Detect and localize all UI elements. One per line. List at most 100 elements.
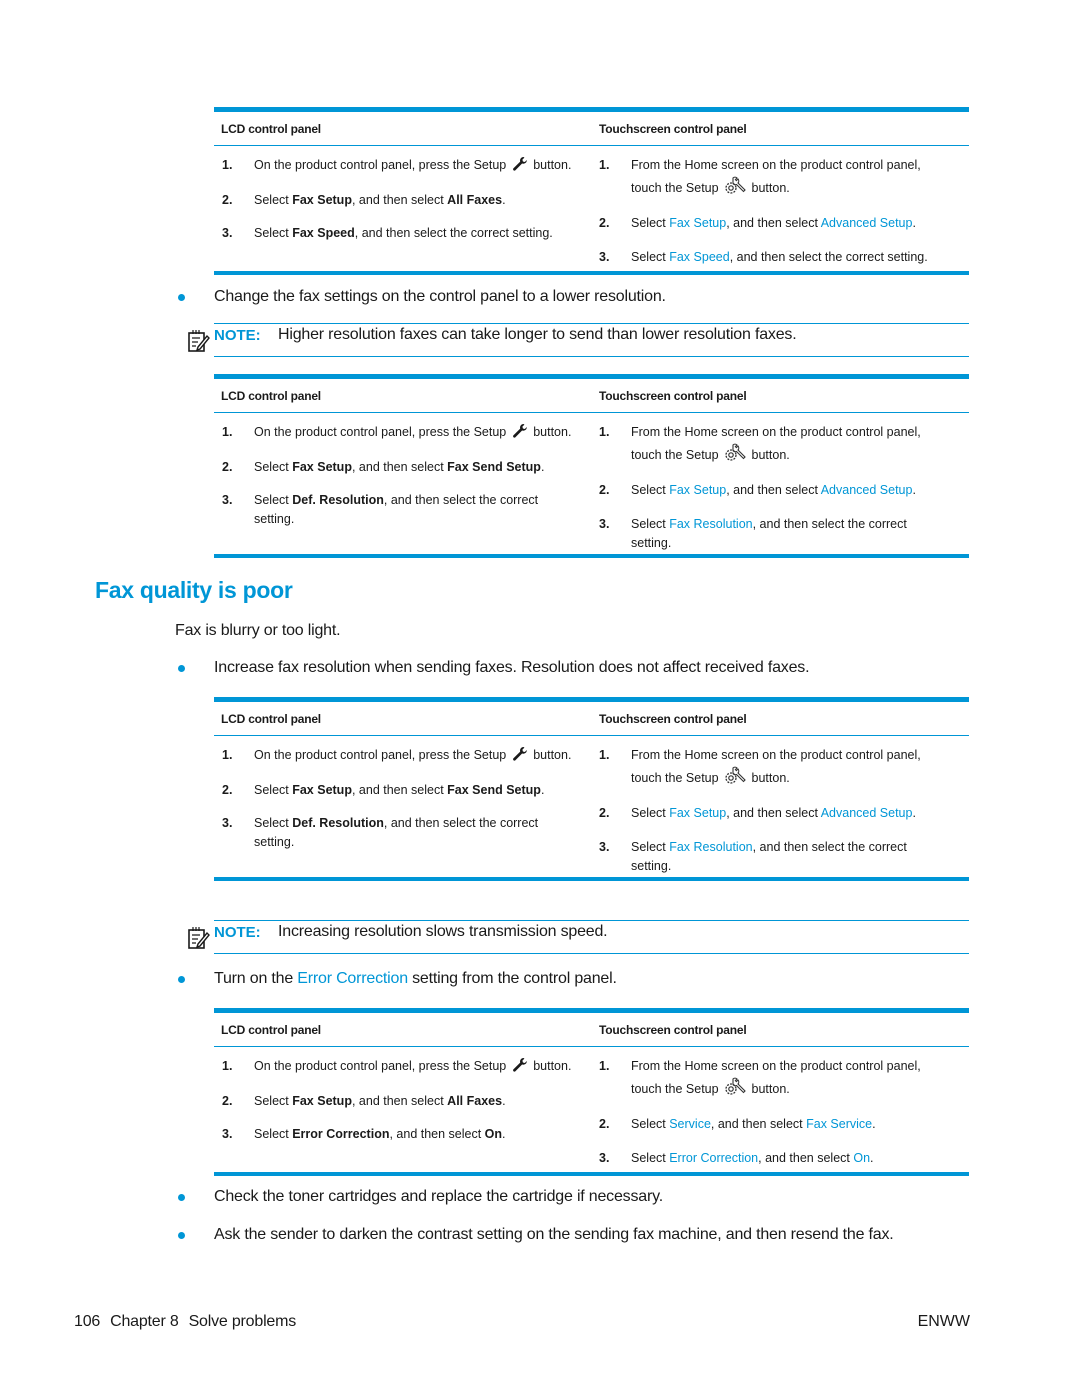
note-transmission-speed: NOTE: Increasing resolution slows transm… — [188, 920, 969, 954]
step-text: Select Def. Resolution, and then select … — [254, 816, 539, 830]
table-header-row: LCD control panel Touchscreen control pa… — [214, 112, 969, 146]
note-icon — [187, 329, 211, 358]
table-bottom-rule — [214, 554, 969, 558]
step-text: Select Error Correction, and then select… — [254, 1127, 506, 1141]
header-touchscreen: Touchscreen control panel — [599, 1022, 747, 1037]
menu-option-link[interactable]: Advanced Setup — [821, 806, 913, 820]
menu-option: Fax Setup — [292, 783, 352, 797]
menu-option-link[interactable]: Error Correction — [669, 1151, 758, 1165]
setup-gear-icon — [724, 442, 746, 467]
menu-option: Fax Setup — [292, 460, 352, 474]
table-bottom-rule — [214, 1172, 969, 1176]
step-number: 1. — [599, 748, 610, 762]
step-number: 1. — [222, 748, 233, 762]
note-text: Higher resolution faxes can take longer … — [278, 326, 797, 343]
page-footer-left: 106 Chapter 8 Solve problems — [74, 1313, 306, 1331]
menu-option: Fax Setup — [292, 1094, 352, 1108]
menu-option-link[interactable]: Fax Setup — [669, 216, 726, 230]
table-header-row: LCD control panel Touchscreen control pa… — [214, 1013, 969, 1047]
step-number: 2. — [599, 806, 610, 820]
step-number: 2. — [222, 460, 233, 474]
menu-option: All Faxes — [447, 1094, 503, 1108]
table-bottom-rule — [214, 877, 969, 881]
chapter-label: Chapter 8 — [110, 1313, 179, 1330]
step-text: setting. — [254, 835, 295, 849]
step-text: Select Service, and then select Fax Serv… — [631, 1117, 876, 1131]
step-text: On the product control panel, press the … — [254, 156, 571, 177]
step-number: 2. — [599, 216, 610, 230]
menu-option-link[interactable]: Fax Speed — [669, 250, 729, 264]
menu-option-link[interactable]: Fax Setup — [669, 483, 726, 497]
step-number: 3. — [599, 250, 610, 264]
step-text: Select Error Correction, and then select… — [631, 1151, 874, 1165]
table-bottom-rule — [214, 271, 969, 275]
menu-option: Def. Resolution — [292, 493, 384, 507]
note-higher-resolution: NOTE: Higher resolution faxes can take l… — [188, 323, 969, 357]
bullet-dot — [178, 665, 185, 672]
resolution-table-2: LCD control panel Touchscreen control pa… — [214, 697, 969, 881]
step-number: 1. — [599, 1059, 610, 1073]
step-text: Select Fax Setup, and then select Fax Se… — [254, 783, 545, 797]
step-number: 2. — [222, 1094, 233, 1108]
step-text: touch the Setup button. — [631, 1076, 790, 1101]
step-number: 2. — [599, 483, 610, 497]
step-text: From the Home screen on the product cont… — [631, 425, 921, 439]
step-text: Select Fax Resolution, and then select t… — [631, 840, 907, 854]
error-correction-link[interactable]: Error Correction — [297, 970, 408, 987]
setup-gear-icon — [724, 175, 746, 200]
step-number: 3. — [222, 816, 233, 830]
note-label: NOTE: — [214, 924, 261, 941]
bullet-text-prefix: Turn on the — [214, 970, 298, 987]
step-number: 3. — [222, 1127, 233, 1141]
step-text: touch the Setup button. — [631, 175, 790, 200]
bullet-text: Increase fax resolution when sending fax… — [214, 659, 810, 676]
section-heading: Fax quality is poor — [95, 577, 293, 603]
table-header-row: LCD control panel Touchscreen control pa… — [214, 702, 969, 736]
menu-option: Def. Resolution — [292, 816, 384, 830]
wrench-icon — [512, 423, 528, 444]
step-text: setting. — [631, 536, 672, 550]
step-text: Select Fax Setup, and then select Advanc… — [631, 483, 916, 497]
step-text: setting. — [631, 859, 672, 873]
step-text: From the Home screen on the product cont… — [631, 748, 921, 762]
step-text: Select Fax Setup, and then select Fax Se… — [254, 460, 545, 474]
setup-gear-icon — [724, 765, 746, 790]
bullet-dot — [178, 976, 185, 983]
step-text: Select Fax Setup, and then select All Fa… — [254, 1094, 506, 1108]
note-icon — [187, 926, 211, 955]
note-label: NOTE: — [214, 327, 261, 344]
menu-option-link[interactable]: Fax Service — [806, 1117, 872, 1131]
step-number: 1. — [222, 158, 233, 172]
bullet-text: Turn on the Error Correction setting fro… — [214, 970, 617, 988]
menu-option: Fax Send Setup — [447, 783, 541, 797]
resolution-table-1: LCD control panel Touchscreen control pa… — [214, 374, 969, 558]
bullet-dot — [178, 1232, 185, 1239]
header-lcd: LCD control panel — [221, 711, 321, 726]
page-number: 106 — [74, 1313, 101, 1330]
menu-option-link[interactable]: Service — [669, 1117, 711, 1131]
menu-option: Fax Setup — [292, 193, 352, 207]
step-number: 3. — [599, 840, 610, 854]
step-number: 2. — [599, 1117, 610, 1131]
bullet-dot — [178, 1194, 185, 1201]
step-number: 3. — [599, 1151, 610, 1165]
bullet-text-suffix: setting from the control panel. — [407, 970, 617, 987]
menu-option-link[interactable]: Fax Resolution — [669, 517, 752, 531]
menu-option-link[interactable]: Advanced Setup — [821, 483, 913, 497]
menu-option-link[interactable]: On — [853, 1151, 870, 1165]
error-correction-table: LCD control panel Touchscreen control pa… — [214, 1008, 969, 1176]
menu-option: On — [484, 1127, 503, 1141]
bullet-text: Check the toner cartridges and replace t… — [214, 1188, 663, 1205]
menu-option-link[interactable]: Advanced Setup — [821, 216, 913, 230]
menu-option-link[interactable]: Fax Resolution — [669, 840, 752, 854]
menu-option: Error Correction — [292, 1127, 390, 1141]
table-header-row: LCD control panel Touchscreen control pa… — [214, 379, 969, 413]
note-text: Increasing resolution slows transmission… — [278, 923, 608, 940]
step-text: From the Home screen on the product cont… — [631, 1059, 921, 1073]
step-text: From the Home screen on the product cont… — [631, 158, 921, 172]
menu-option-link[interactable]: Fax Setup — [669, 806, 726, 820]
bullet-text: Change the fax settings on the control p… — [214, 288, 666, 305]
step-number: 1. — [222, 1059, 233, 1073]
step-text: On the product control panel, press the … — [254, 1057, 571, 1078]
menu-option: All Faxes — [447, 193, 503, 207]
